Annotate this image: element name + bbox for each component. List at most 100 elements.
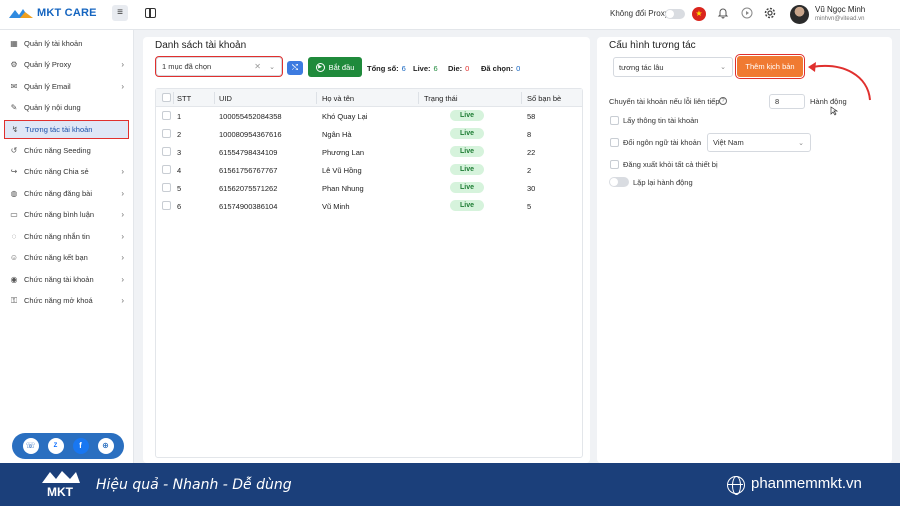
sidebar-item-comment[interactable]: ▭ Chức năng bình luận › (4, 205, 129, 224)
sidebar-collapse-icon[interactable] (145, 8, 156, 18)
logout-all-checkbox[interactable] (610, 160, 619, 169)
table-row[interactable]: 1 100055452084358 Khó Quay Lại Live 58 (156, 107, 582, 125)
stat-total: Tổng số: 6 (367, 64, 406, 73)
cell-uid: 61562075571262 (219, 184, 278, 193)
sidebar-item-proxy[interactable]: ⚙ Quản lý Proxy › (4, 55, 129, 74)
get-info-label: Lấy thông tin tài khoản (623, 116, 699, 125)
unlock-icon: ⚿ (10, 295, 18, 305)
script-select[interactable]: tương tác lâu ⌄ (613, 57, 733, 77)
sidebar-item-account-func[interactable]: ◉ Chức năng tài khoản › (4, 270, 129, 289)
chevron-right-icon: › (121, 82, 124, 91)
stat-live-label: Live: (413, 64, 431, 73)
cell-name: Phương Lan (322, 148, 365, 157)
sidebar-item-content[interactable]: ✎ Quản lý nội dung (4, 98, 129, 117)
stat-die: Die: 0 (448, 64, 469, 73)
sidebar-item-share[interactable]: ↪ Chức năng Chia sẻ › (4, 162, 129, 181)
config-title: Cấu hình tương tác (609, 40, 696, 51)
sidebar-item-message[interactable]: ◌ Chức năng nhắn tin › (4, 227, 129, 246)
sidebar-item-interact[interactable]: ↯ Tương tác tài khoản (4, 120, 129, 139)
avatar[interactable] (790, 5, 809, 24)
app-window: MKT CARE ≡ Không đổi Proxy ★ Vũ Ngọc Min… (0, 0, 900, 463)
globe-icon (727, 476, 745, 495)
row-checkbox[interactable] (162, 147, 171, 156)
column-header-name[interactable]: Họ và tên (322, 94, 354, 103)
clear-icon[interactable]: ✕ (254, 62, 261, 71)
friend-icon: ☺ (9, 253, 19, 262)
repeat-toggle[interactable] (609, 177, 629, 187)
cell-uid: 100080954367616 (219, 130, 282, 139)
gear-icon[interactable] (763, 7, 777, 21)
cell-friends: 30 (527, 184, 536, 193)
zalo-icon[interactable]: Z (47, 438, 64, 454)
account-group-select[interactable]: 1 mục đã chọn ✕ ⌄ (155, 56, 283, 77)
language-select[interactable]: Việt Nam ⌄ (707, 133, 811, 152)
cell-uid: 61574900386104 (219, 202, 278, 211)
table-row[interactable]: 5 61562075571262 Phan Nhung Live 30 (156, 179, 582, 197)
add-script-button[interactable]: Thêm kịch bản (735, 54, 805, 79)
email-icon: ✉ (10, 82, 18, 91)
footer-logo-text: MKT (47, 485, 74, 499)
accounts-table: STT UID Họ và tên Trạng thái Số bạn bè 1… (155, 88, 583, 458)
sidebar-item-unlock[interactable]: ⚿ Chức năng mở khoá › (4, 291, 129, 310)
table-row[interactable]: 3 61554798434109 Phương Lan Live 22 (156, 143, 582, 161)
annotation-arrow-icon (808, 62, 871, 101)
support-icon[interactable]: ☏ (22, 438, 39, 454)
row-checkbox[interactable] (162, 129, 171, 138)
footer-site[interactable]: phanmemmkt.vn (751, 475, 862, 492)
facebook-icon[interactable]: f (72, 438, 89, 454)
sidebar-item-accounts[interactable]: ▦ Quản lý tài khoản (4, 34, 129, 53)
footer-slogan: Hiệu quả - Nhanh - Dễ dùng (96, 477, 292, 493)
stat-die-value: 0 (465, 64, 470, 73)
table-row[interactable]: 6 61574900386104 Vũ Minh Live 5 (156, 197, 582, 215)
select-all-checkbox[interactable] (162, 93, 171, 102)
account-icon: ◉ (10, 275, 18, 284)
content-icon: ✎ (10, 103, 18, 112)
cell-friends: 8 (527, 130, 532, 139)
logo-mark-icon (9, 9, 33, 18)
menu-toggle-icon[interactable]: ≡ (112, 5, 128, 21)
seeding-icon: ↺ (10, 146, 18, 155)
switch-count-input[interactable]: 8 (769, 94, 805, 109)
post-icon: ◍ (10, 189, 18, 198)
sidebar-item-post[interactable]: ◍ Chức năng đăng bài › (4, 184, 129, 203)
message-icon: ◌ (11, 232, 17, 241)
shuffle-button[interactable]: ⤭ (287, 61, 303, 75)
start-button[interactable]: ▶ Bắt đầu (308, 57, 362, 77)
column-header-stt[interactable]: STT (177, 94, 191, 103)
user-name: Vũ Ngọc Minh (815, 5, 866, 14)
cell-name: Ngân Hà (322, 130, 352, 139)
bell-icon[interactable] (716, 7, 730, 21)
user-email: minhvn@vitead.vn (815, 16, 865, 22)
sidebar-item-label: Chức năng mở khoá (24, 296, 93, 305)
stat-live-value: 6 (433, 64, 438, 73)
chevron-right-icon: › (121, 253, 124, 262)
proxy-toggle[interactable] (665, 9, 685, 19)
help-icon[interactable]: ? (719, 97, 727, 105)
table-row[interactable]: 4 61561756767767 Lê Vũ Hồng Live 2 (156, 161, 582, 179)
row-checkbox[interactable] (162, 201, 171, 210)
sidebar-item-email[interactable]: ✉ Quản lý Email › (4, 77, 129, 96)
column-header-uid[interactable]: UID (219, 94, 232, 103)
get-info-checkbox[interactable] (610, 116, 619, 125)
row-checkbox[interactable] (162, 111, 171, 120)
row-checkbox[interactable] (162, 165, 171, 174)
topbar: MKT CARE ≡ Không đổi Proxy ★ Vũ Ngọc Min… (0, 0, 900, 30)
column-header-friends[interactable]: Số bạn bè (527, 94, 561, 103)
chevron-right-icon: › (121, 167, 124, 176)
sidebar-item-label: Chức năng nhắn tin (24, 232, 90, 241)
flag-vn-icon[interactable]: ★ (692, 7, 706, 21)
sidebar-item-seeding[interactable]: ↺ Chức năng Seeding (4, 141, 129, 160)
status-badge: Live (450, 146, 484, 157)
sidebar: ▦ Quản lý tài khoản ⚙ Quản lý Proxy › ✉ … (0, 30, 134, 463)
sidebar-item-friend[interactable]: ☺ Chức năng kết bạn › (4, 248, 129, 267)
chevron-down-icon: ⌄ (798, 139, 804, 147)
cell-uid: 61554798434109 (219, 148, 278, 157)
table-row[interactable]: 2 100080954367616 Ngân Hà Live 8 (156, 125, 582, 143)
column-header-status[interactable]: Trạng thái (424, 94, 458, 103)
row-checkbox[interactable] (162, 183, 171, 192)
play-icon[interactable] (740, 7, 754, 21)
app-logo: MKT CARE (8, 7, 97, 19)
globe-icon[interactable]: ⊕ (97, 438, 114, 454)
sidebar-item-label: Quản lý tài khoản (24, 39, 83, 48)
change-language-checkbox[interactable] (610, 138, 619, 147)
